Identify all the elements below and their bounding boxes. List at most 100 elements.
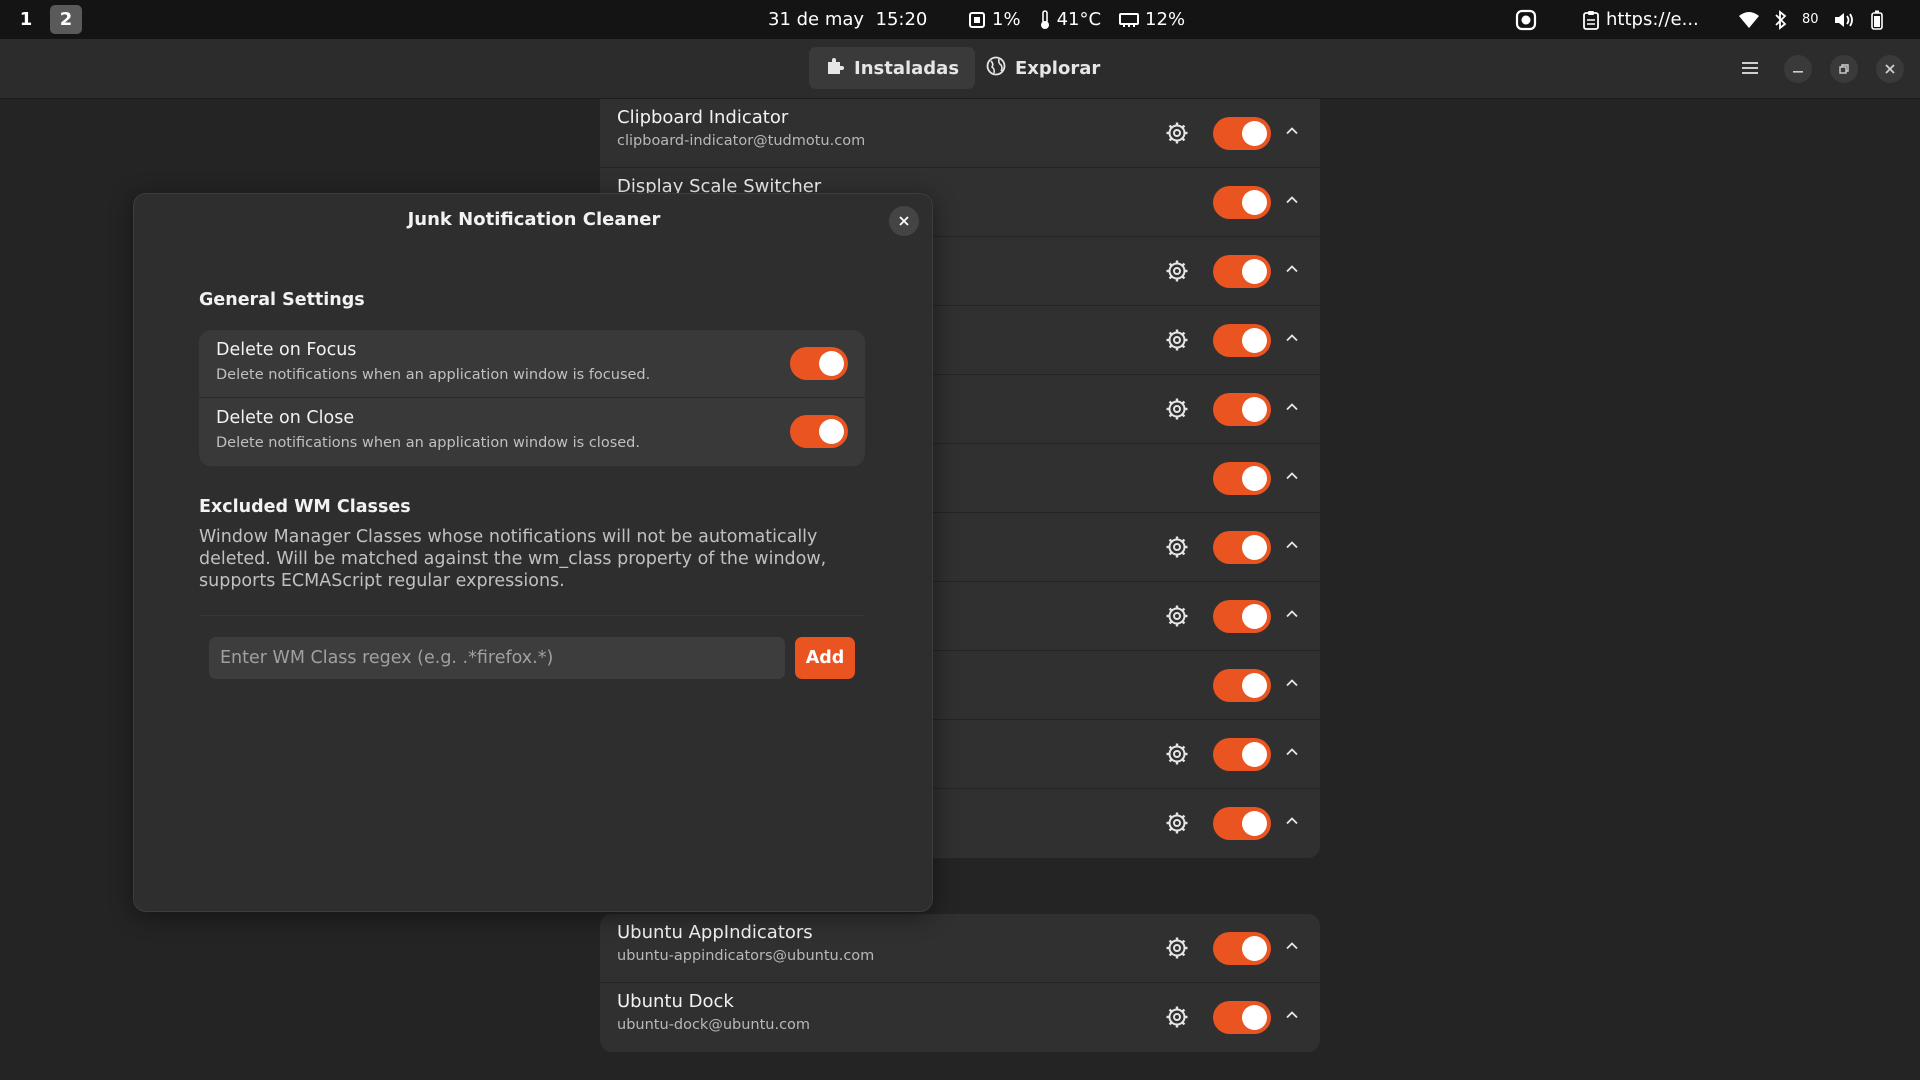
extension-name: Ubuntu Dock bbox=[617, 991, 734, 1012]
switch-knob bbox=[819, 351, 844, 376]
chevron-up-icon bbox=[1284, 745, 1300, 764]
extension-toggle-switch[interactable] bbox=[1213, 932, 1271, 965]
datetime-label: 31 de may 15:20 bbox=[768, 9, 928, 30]
extension-toggle-switch[interactable] bbox=[1213, 393, 1271, 426]
volume-icon bbox=[1833, 11, 1855, 29]
network-speed-value: 80 bbox=[1802, 12, 1819, 27]
switch-knob bbox=[1242, 190, 1267, 215]
extension-expand-button[interactable] bbox=[1284, 813, 1300, 829]
extension-expand-button[interactable] bbox=[1284, 675, 1300, 691]
clipboard-indicator[interactable]: https://e... bbox=[1582, 0, 1699, 39]
chevron-up-icon bbox=[1284, 538, 1300, 557]
clipboard-icon bbox=[1582, 10, 1600, 30]
chevron-up-icon bbox=[1284, 400, 1300, 419]
tab-installed[interactable]: Instaladas bbox=[809, 47, 976, 89]
thermometer-icon bbox=[1039, 9, 1051, 30]
extension-settings-button[interactable] bbox=[1165, 604, 1189, 628]
extension-toggle-switch[interactable] bbox=[1213, 324, 1271, 357]
cpu-icon bbox=[968, 11, 986, 29]
delete-on-close-switch[interactable] bbox=[790, 415, 848, 448]
record-icon bbox=[1515, 9, 1537, 31]
extension-toggle-switch[interactable] bbox=[1213, 600, 1271, 633]
extension-settings-button[interactable] bbox=[1165, 328, 1189, 352]
extension-settings-button[interactable] bbox=[1165, 811, 1189, 835]
extension-toggle-switch[interactable] bbox=[1213, 255, 1271, 288]
extension-row: Ubuntu AppIndicators ubuntu-appindicators… bbox=[600, 914, 1320, 983]
globe-icon bbox=[986, 56, 1006, 81]
pref-subtitle: Delete notifications when an application… bbox=[216, 435, 640, 451]
extension-toggle-switch[interactable] bbox=[1213, 669, 1271, 702]
extension-toggle-switch[interactable] bbox=[1213, 531, 1271, 564]
hamburger-icon bbox=[1742, 60, 1758, 79]
gear-icon bbox=[1165, 536, 1189, 563]
general-settings-group: Delete on Focus Delete notifications whe… bbox=[199, 330, 865, 466]
extension-uuid: clipboard-indicator@tudmotu.com bbox=[617, 133, 866, 149]
close-window-button[interactable] bbox=[1876, 55, 1904, 83]
chevron-up-icon bbox=[1284, 262, 1300, 281]
switch-knob bbox=[1242, 259, 1267, 284]
general-settings-title: General Settings bbox=[199, 290, 365, 310]
extension-settings-button[interactable] bbox=[1165, 535, 1189, 559]
extension-expand-button[interactable] bbox=[1284, 537, 1300, 553]
workspace-2-button[interactable]: 2 bbox=[50, 5, 82, 34]
extension-expand-button[interactable] bbox=[1284, 399, 1300, 415]
extension-toggle-switch[interactable] bbox=[1213, 186, 1271, 219]
chevron-up-icon bbox=[1284, 331, 1300, 350]
maximize-button[interactable] bbox=[1830, 55, 1858, 83]
screen-record-indicator[interactable] bbox=[1515, 0, 1537, 39]
extension-settings-button[interactable] bbox=[1165, 397, 1189, 421]
header-bar: Instaladas Explorar bbox=[0, 39, 1920, 99]
main-menu-button[interactable] bbox=[1736, 55, 1764, 83]
extension-row: Clipboard Indicator clipboard-indicator@t… bbox=[600, 99, 1320, 168]
bluetooth-icon bbox=[1774, 9, 1788, 30]
tab-explore[interactable]: Explorar bbox=[970, 47, 1116, 89]
chevron-up-icon bbox=[1284, 607, 1300, 626]
pref-title: Delete on Focus bbox=[216, 340, 357, 360]
extension-expand-button[interactable] bbox=[1284, 261, 1300, 277]
extension-settings-button[interactable] bbox=[1165, 742, 1189, 766]
delete-on-focus-switch[interactable] bbox=[790, 347, 848, 380]
minimize-button[interactable] bbox=[1784, 55, 1812, 83]
extension-expand-button[interactable] bbox=[1284, 468, 1300, 484]
gear-icon bbox=[1165, 398, 1189, 425]
add-button[interactable]: Add bbox=[795, 637, 855, 679]
clipboard-preview: https://e... bbox=[1606, 9, 1699, 30]
extension-settings-button[interactable] bbox=[1165, 1005, 1189, 1029]
extension-toggle-switch[interactable] bbox=[1213, 807, 1271, 840]
memory-usage: 12% bbox=[1145, 9, 1186, 30]
system-monitor[interactable]: 1% 41°C 12% bbox=[968, 0, 1185, 39]
chevron-up-icon bbox=[1284, 124, 1300, 143]
extension-expand-button[interactable] bbox=[1284, 1007, 1300, 1023]
system-extensions-list: Ubuntu AppIndicators ubuntu-appindicators… bbox=[600, 914, 1320, 1052]
clock[interactable]: 31 de may 15:20 bbox=[768, 0, 927, 39]
extension-toggle-switch[interactable] bbox=[1213, 462, 1271, 495]
extension-expand-button[interactable] bbox=[1284, 330, 1300, 346]
extension-expand-button[interactable] bbox=[1284, 123, 1300, 139]
extension-toggle-switch[interactable] bbox=[1213, 117, 1271, 150]
extension-expand-button[interactable] bbox=[1284, 606, 1300, 622]
pref-subtitle: Delete notifications when an application… bbox=[216, 367, 651, 383]
switch-knob bbox=[1242, 936, 1267, 961]
gear-icon bbox=[1165, 937, 1189, 964]
gear-icon bbox=[1165, 260, 1189, 287]
extension-settings-button[interactable] bbox=[1165, 121, 1189, 145]
close-icon bbox=[1884, 60, 1896, 79]
wm-class-input[interactable] bbox=[209, 637, 785, 679]
workspace-1-button[interactable]: 1 bbox=[10, 5, 42, 34]
extension-toggle-switch[interactable] bbox=[1213, 738, 1271, 771]
extension-expand-button[interactable] bbox=[1284, 744, 1300, 760]
switch-knob bbox=[819, 419, 844, 444]
chevron-up-icon bbox=[1284, 1008, 1300, 1027]
extension-name: Ubuntu AppIndicators bbox=[617, 922, 813, 943]
gear-icon bbox=[1165, 1006, 1189, 1033]
extension-expand-button[interactable] bbox=[1284, 938, 1300, 954]
pref-row-delete-on-focus: Delete on Focus Delete notifications whe… bbox=[199, 330, 865, 398]
divider bbox=[199, 615, 865, 616]
extension-expand-button[interactable] bbox=[1284, 192, 1300, 208]
extension-settings-button[interactable] bbox=[1165, 936, 1189, 960]
dialog-close-button[interactable] bbox=[889, 206, 919, 236]
extension-settings-button[interactable] bbox=[1165, 259, 1189, 283]
gear-icon bbox=[1165, 329, 1189, 356]
system-status-menu[interactable]: 80 bbox=[1738, 0, 1883, 39]
extension-toggle-switch[interactable] bbox=[1213, 1001, 1271, 1034]
